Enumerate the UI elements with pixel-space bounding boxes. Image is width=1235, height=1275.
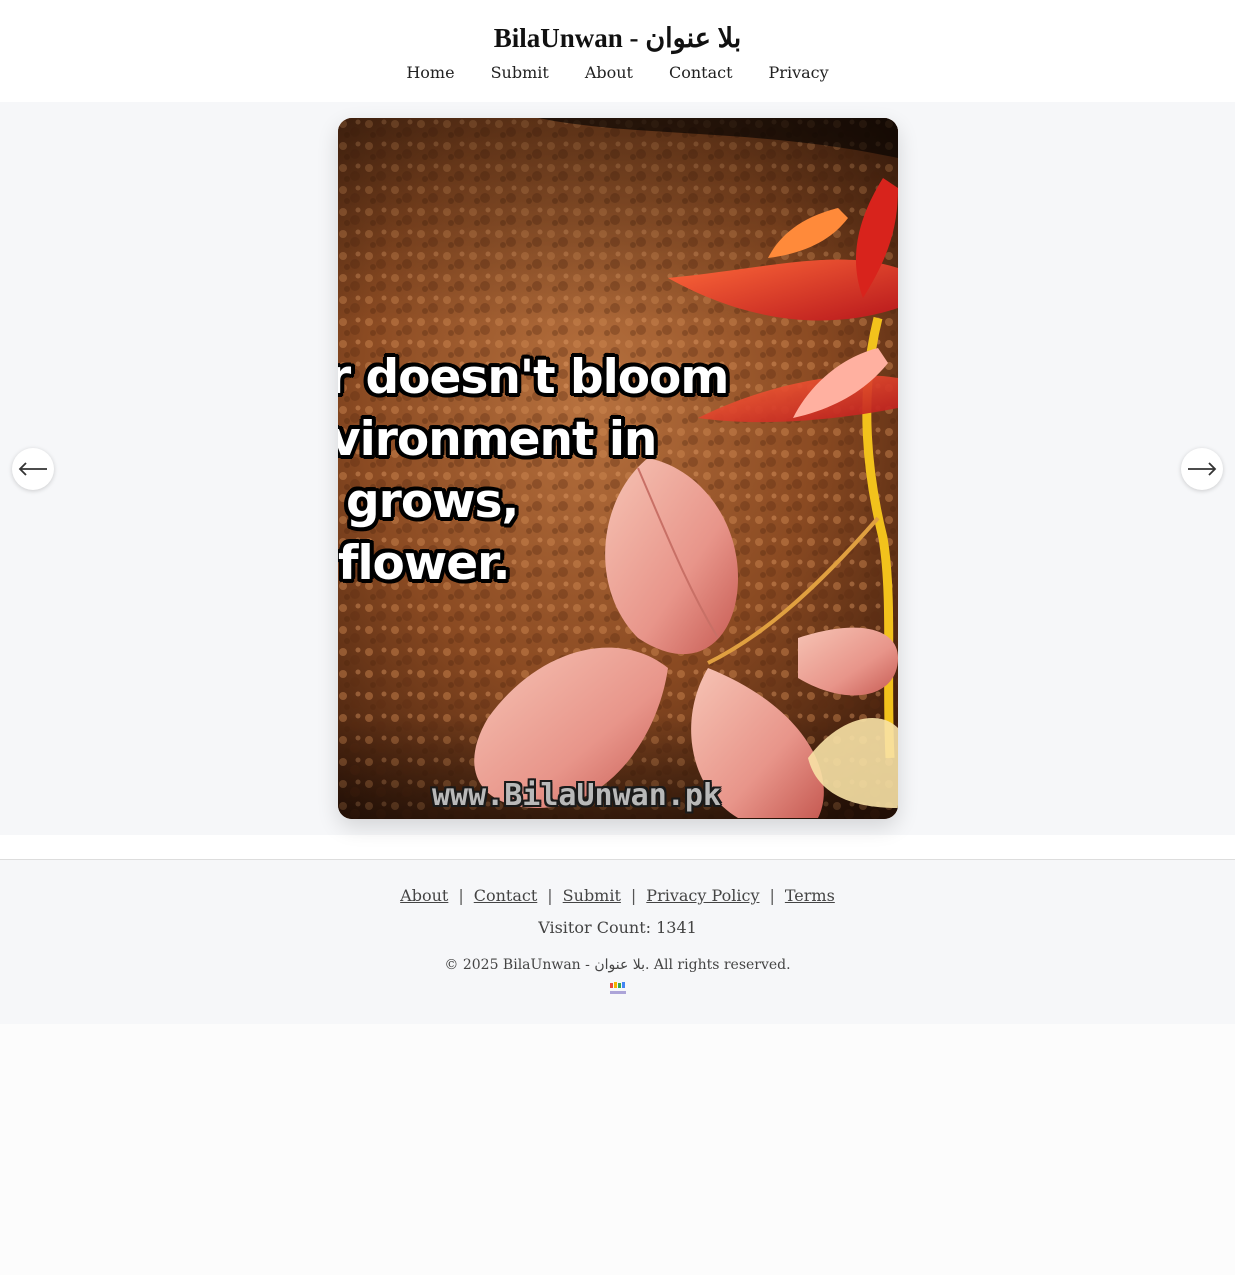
- site-title[interactable]: BilaUnwan - بلا عنوان: [0, 22, 1235, 54]
- footer-links: About | Contact | Submit | Privacy Policy | Term…: [0, 885, 1235, 907]
- image-watermark: www.BilaUnwan.pk: [432, 778, 721, 813]
- site-footer: About | Contact | Submit | Privacy Policy | Term…: [0, 859, 1235, 1024]
- rose-leaves-photo: [338, 118, 898, 819]
- copyright-text: © 2025 BilaUnwan - بلا عنوان. All rights…: [444, 957, 791, 973]
- quote-line-4: flower.: [338, 536, 510, 591]
- quote-line-1: r doesn't bloom: [338, 350, 729, 405]
- nav-about-link[interactable]: About: [567, 61, 651, 85]
- bilaunwan-logo-icon: [607, 981, 629, 999]
- previous-image-button[interactable]: [12, 448, 54, 490]
- visitor-count: Visitor Count: 1341: [538, 918, 697, 937]
- footer-separator: |: [769, 886, 775, 905]
- quote-line-2: vironment in: [338, 412, 657, 467]
- arrow-left-icon: [17, 462, 49, 476]
- site-header: BilaUnwan - بلا عنوان Home Submit About …: [0, 0, 1235, 102]
- footer-submit-link[interactable]: Submit: [563, 886, 621, 905]
- image-viewer: r doesn't bloom vironment in grows, flow…: [0, 102, 1235, 835]
- arrow-right-icon: [1186, 462, 1218, 476]
- nav-privacy-link[interactable]: Privacy: [751, 61, 847, 85]
- nav-submit-link[interactable]: Submit: [473, 61, 567, 85]
- footer-separator: |: [630, 886, 637, 905]
- main-nav: Home Submit About Contact Privacy: [0, 61, 1235, 85]
- footer-privacy-policy-link[interactable]: Privacy Policy: [646, 886, 759, 905]
- footer-about-link[interactable]: About: [400, 886, 448, 905]
- footer-separator: |: [458, 886, 464, 905]
- footer-separator: |: [547, 886, 553, 905]
- section-spacer: [0, 835, 1235, 859]
- nav-contact-link[interactable]: Contact: [651, 61, 751, 85]
- footer-contact-link[interactable]: Contact: [474, 886, 538, 905]
- next-image-button[interactable]: [1181, 448, 1223, 490]
- nav-home-link[interactable]: Home: [388, 61, 472, 85]
- quote-line-3: grows,: [346, 474, 519, 529]
- quote-image[interactable]: r doesn't bloom vironment in grows, flow…: [338, 118, 898, 819]
- footer-terms-link[interactable]: Terms: [785, 886, 835, 905]
